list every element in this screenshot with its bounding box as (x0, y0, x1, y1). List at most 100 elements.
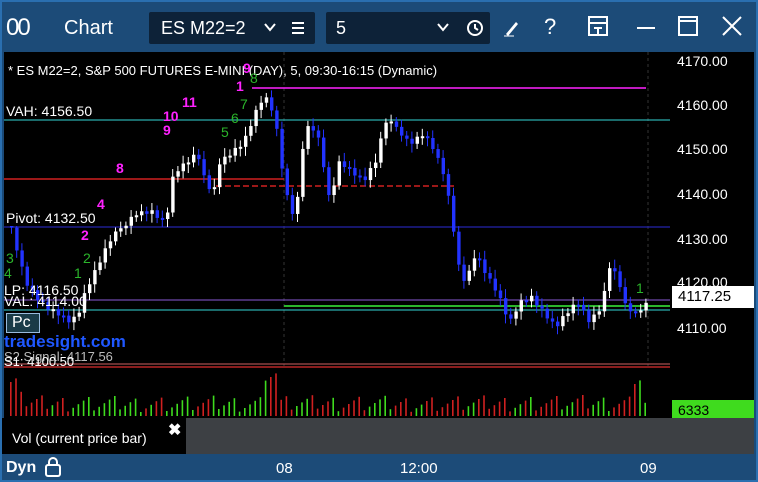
clock-icon[interactable] (466, 19, 484, 37)
volume-bar (316, 408, 319, 416)
count-label: 4 (97, 196, 105, 212)
dock-icon[interactable] (586, 14, 610, 38)
candle (51, 309, 55, 312)
candle (150, 210, 154, 214)
close-icon[interactable]: ✖ (168, 420, 181, 440)
svg-text:?: ? (544, 14, 556, 38)
volume-bar (550, 399, 553, 416)
candle (566, 313, 570, 317)
candle (389, 121, 393, 124)
candle (264, 97, 269, 103)
candle (301, 148, 305, 197)
volume-bar (192, 410, 194, 416)
app-icon[interactable]: 00 (6, 14, 31, 42)
price-tick: 4140.00 (677, 186, 728, 202)
candle (602, 290, 607, 312)
val-label: VAL: 4114.00 (4, 293, 87, 309)
edit-icon[interactable] (500, 14, 524, 38)
candle (368, 168, 373, 181)
volume-bar (582, 395, 584, 416)
count-label: 6 (231, 110, 239, 126)
volume-badge: 6333 (672, 400, 754, 420)
volume-bar (67, 411, 69, 416)
count-label: 2 (83, 250, 91, 266)
volume-bar (410, 411, 412, 416)
volume-bar (36, 399, 38, 416)
volume-bar (472, 402, 475, 416)
volume-bar (275, 373, 277, 416)
candle (166, 212, 170, 220)
minimize-icon[interactable] (634, 14, 658, 38)
candle (160, 217, 165, 220)
candle (446, 174, 451, 196)
candle (316, 130, 321, 138)
candle (285, 168, 289, 196)
volume-bar (327, 401, 329, 416)
candle (550, 318, 555, 322)
candle (509, 314, 513, 319)
volume-bar (353, 400, 355, 416)
candle (238, 146, 243, 149)
candle (535, 295, 539, 306)
menu-icon[interactable] (290, 20, 306, 36)
volume-bar (592, 404, 594, 416)
help-icon[interactable]: ? (538, 14, 562, 38)
vah-label: VAH: 4156.50 (4, 103, 95, 119)
volume-bar (545, 403, 548, 416)
volume-bar (561, 409, 563, 416)
candle (628, 303, 633, 312)
candle (587, 310, 591, 323)
s1-label: S1: 4100.50 (4, 354, 75, 369)
volume-bar (176, 403, 178, 416)
candle (145, 211, 149, 214)
candle (176, 171, 180, 177)
candle (457, 231, 461, 265)
volume-bar (618, 403, 620, 416)
volume-bar (587, 408, 589, 416)
volume-bar (348, 404, 350, 416)
chevron-down-icon[interactable] (436, 20, 450, 34)
candle (478, 258, 482, 261)
volume-bar (223, 405, 225, 416)
volume-bar (129, 402, 132, 416)
candle (353, 167, 357, 176)
candle (342, 161, 347, 167)
volume-bar (140, 412, 142, 416)
candle (140, 211, 144, 216)
volume-bar (446, 403, 449, 416)
candle (290, 195, 295, 214)
candle (275, 110, 279, 129)
volume-bar (623, 400, 626, 416)
pc-tag[interactable]: Pc (6, 313, 40, 333)
volume-bar (306, 398, 308, 416)
volume-bar (441, 407, 444, 416)
lock-icon[interactable] (44, 457, 62, 477)
chart-info-line: * ES M22=2, S&P 500 FUTURES E-MINI (DAY)… (8, 63, 438, 78)
volume-bar (254, 400, 256, 416)
candle (103, 248, 107, 263)
volume-bar (400, 402, 402, 416)
volume-bar (488, 408, 490, 416)
maximize-icon[interactable] (676, 14, 700, 38)
chevron-down-icon[interactable] (263, 20, 277, 34)
candle (556, 321, 560, 327)
volume-bar (311, 395, 314, 416)
dyn-mode-label[interactable]: Dyn (6, 459, 36, 477)
candle (93, 270, 97, 285)
volume-bar (114, 396, 116, 416)
close-icon[interactable] (720, 14, 744, 38)
volume-bar (322, 405, 324, 416)
volume-bar (270, 377, 272, 416)
candle (472, 258, 477, 271)
volume-bar (337, 411, 340, 416)
candles (10, 90, 648, 335)
candle (571, 304, 575, 314)
interval-selector[interactable]: 5 (326, 12, 490, 44)
volume-bar (296, 406, 298, 416)
instrument-selector[interactable]: ES M22=2 (149, 12, 315, 44)
candle (254, 109, 258, 127)
candle (207, 175, 211, 190)
volume-bar (394, 405, 397, 416)
volume-bar (509, 411, 511, 416)
volume-bar (462, 409, 464, 416)
